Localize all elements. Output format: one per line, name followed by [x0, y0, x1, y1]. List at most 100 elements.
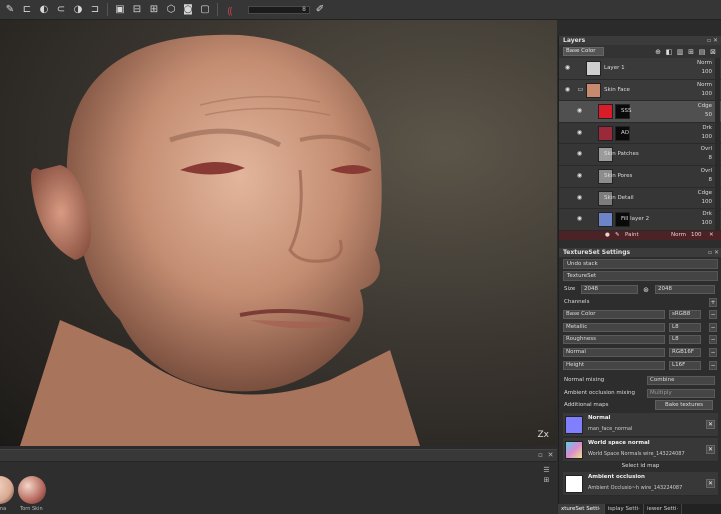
normal-mixing-select[interactable]: Combine [647, 376, 715, 386]
channel-name[interactable]: Base Color [563, 310, 665, 320]
remove-map-icon[interactable]: ✕ [706, 419, 715, 429]
tab-display-settings[interactable]: isplay Setti· [605, 504, 644, 514]
tab-viewer-settings[interactable]: iewer Setti· [644, 504, 683, 514]
layer-blend-mode[interactable]: Drk [702, 125, 712, 131]
map-row-world-normal[interactable]: World space normal World Space Normals w… [563, 437, 718, 462]
add-fill-layer-icon[interactable]: ▥ [676, 48, 684, 56]
add-channel-icon[interactable]: + [709, 297, 717, 307]
bake-textures-button[interactable]: Bake textures [655, 400, 713, 411]
camera-icon[interactable]: ◙ [181, 3, 195, 17]
remove-map-icon[interactable]: ✕ [706, 444, 715, 454]
paint-close-icon[interactable]: ✕ [709, 232, 714, 238]
layer-opacity[interactable]: 8 [709, 155, 713, 161]
link-icon[interactable]: ⊛ [642, 286, 650, 294]
add-layer-icon[interactable]: ⊞ [687, 48, 695, 56]
scrollbar[interactable] [715, 187, 720, 209]
float-icon[interactable]: ▫ [536, 451, 545, 460]
layer-name[interactable]: Skin Pores [604, 173, 632, 179]
visibility-eye-icon[interactable]: ◉ [576, 107, 583, 114]
ao-mixing-select[interactable]: Multiply [647, 388, 715, 398]
brush-size-slider[interactable]: 8 [248, 5, 310, 14]
smudge-icon[interactable]: ◑ [71, 3, 85, 17]
clone-icon[interactable]: ⊐ [88, 3, 102, 17]
layer-icon[interactable]: ⊟ [130, 3, 144, 17]
layer-row[interactable]: ◉ Layer 1 Norm 100 [559, 58, 721, 80]
scrollbar[interactable] [715, 165, 720, 187]
material-thumbnail[interactable] [18, 476, 46, 504]
channel-format[interactable]: L8 [669, 322, 701, 332]
layer-name[interactable]: Skin Face [604, 87, 630, 93]
paint-effect-row[interactable]: ● ✎ Paint Norm 100 ✕ [559, 230, 721, 240]
add-mask-icon[interactable]: ◧ [665, 48, 673, 56]
channel-format[interactable]: L16F [669, 360, 701, 370]
channel-name[interactable]: Roughness [563, 335, 665, 345]
channel-name[interactable]: Normal [563, 347, 665, 357]
channel-format[interactable]: sRGB8 [669, 310, 701, 320]
remove-channel-icon[interactable]: − [709, 322, 717, 332]
layer-blend-mode[interactable]: Drk [702, 211, 712, 217]
channel-name[interactable]: Height [563, 360, 665, 370]
folder-icon[interactable]: ▭ [577, 86, 584, 93]
material-thumbnail[interactable] [0, 476, 14, 504]
layer-opacity[interactable]: 100 [702, 69, 713, 75]
visibility-eye-icon[interactable]: ◉ [576, 150, 583, 157]
size-select-2[interactable]: 2048 [655, 285, 715, 294]
select-icon[interactable]: ⊞ [147, 3, 161, 17]
layer-opacity[interactable]: 8 [709, 177, 713, 183]
visibility-eye-icon[interactable]: ◉ [576, 215, 583, 222]
axis-gizmo[interactable]: Zx [538, 430, 550, 440]
visibility-eye-icon[interactable]: ◉ [576, 172, 583, 179]
layer-row[interactable]: ◉ Skin Detail Cdge 100 [559, 187, 721, 210]
remove-channel-icon[interactable]: − [709, 360, 717, 370]
layer-blend-mode[interactable]: Cdge [698, 103, 712, 109]
scrollbar[interactable] [715, 58, 720, 79]
list-view-icon[interactable]: ☰ [542, 466, 551, 475]
layer-blend-mode[interactable]: Cdge [698, 190, 712, 196]
visibility-eye-icon[interactable]: ◉ [564, 86, 571, 93]
remove-channel-icon[interactable]: − [709, 335, 717, 345]
layer-blend-mode[interactable]: Ovrl [701, 168, 712, 174]
bake-icon[interactable]: ▢ [198, 3, 212, 17]
3d-viewport[interactable]: Zx [0, 20, 557, 446]
layer-opacity[interactable]: 100 [702, 134, 713, 140]
eraser-icon[interactable]: ⊏ [20, 3, 34, 17]
layer-opacity[interactable]: 100 [702, 220, 713, 226]
layer-opacity[interactable]: 100 [702, 199, 713, 205]
brush-icon[interactable]: ✎ [3, 3, 17, 17]
channel-format[interactable]: L8 [669, 335, 701, 345]
channel-format[interactable]: RGB16F [669, 347, 701, 357]
scrollbar[interactable] [715, 101, 720, 122]
pen-icon[interactable]: ✐ [313, 3, 327, 17]
material-picker-icon[interactable]: ▣ [113, 3, 127, 17]
channel-name[interactable]: Metallic [563, 322, 665, 332]
projection-icon[interactable]: ◐ [37, 3, 51, 17]
scrollbar[interactable] [715, 144, 720, 165]
undo-stack-bar[interactable]: Undo stack [563, 259, 718, 269]
add-folder-icon[interactable]: ▤ [698, 48, 706, 56]
delete-layer-icon[interactable]: ⊠ [709, 48, 717, 56]
remove-map-icon[interactable]: ✕ [706, 478, 715, 488]
record-icon[interactable]: ⸨ [223, 3, 237, 17]
layer-opacity[interactable]: 50 [705, 112, 712, 118]
layer-row[interactable]: ◉ Fill layer 2 Drk 100 [559, 209, 721, 231]
layer-name[interactable]: SSS [621, 108, 631, 114]
add-effect-icon[interactable]: ⊕ [654, 48, 662, 56]
layer-row[interactable]: ◉ SSS Cdge 50 [559, 101, 721, 123]
tab-textureset-settings[interactable]: xtureSet Setti· [558, 504, 605, 514]
cube-icon[interactable]: ⬡ [164, 3, 178, 17]
channel-select[interactable]: Base Color [563, 47, 604, 56]
layer-name[interactable]: Fill layer 2 [621, 216, 649, 222]
layer-blend-mode[interactable]: Ovrl [701, 146, 712, 152]
layer-row[interactable]: ◉ Skin Patches Ovrl 8 [559, 144, 721, 166]
layer-blend-mode[interactable]: Norm [697, 82, 712, 88]
textureset-bar[interactable]: TextureSet [563, 271, 718, 281]
layer-name[interactable]: Skin Detail [604, 195, 634, 201]
layer-name[interactable]: AO [621, 130, 629, 136]
layer-name[interactable]: Layer 1 [604, 65, 625, 71]
layer-row[interactable]: ◉ ▭ Skin Face Norm 100 [559, 79, 721, 102]
panel-controls[interactable]: ▫ ✕ [707, 36, 718, 45]
visibility-eye-icon[interactable]: ◉ [564, 64, 571, 71]
layer-opacity[interactable]: 100 [702, 91, 713, 97]
map-row-normal[interactable]: Normal man_face_normal ✕ [563, 412, 718, 437]
scrollbar[interactable] [715, 79, 720, 101]
